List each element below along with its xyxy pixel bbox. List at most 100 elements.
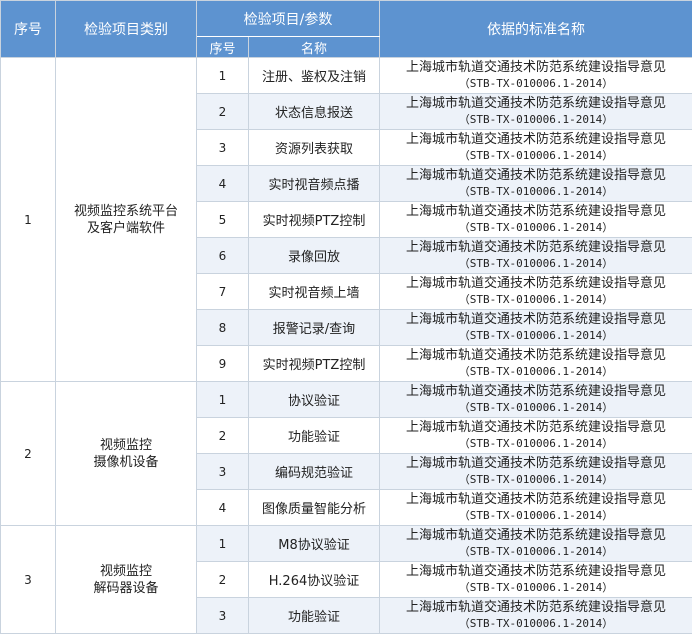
item-name: 录像回放 (249, 238, 380, 274)
item-name: 报警记录/查询 (249, 310, 380, 346)
standard-code: （STB-TX-010006.1-2014） (380, 148, 692, 164)
standard-code: （STB-TX-010006.1-2014） (380, 616, 692, 632)
standard-code: （STB-TX-010006.1-2014） (380, 580, 692, 596)
item-seq: 3 (197, 598, 249, 634)
table-header: 序号 检验项目类别 检验项目/参数 依据的标准名称 序号 名称 (1, 1, 692, 58)
table-row: 2视频监控摄像机设备1协议验证上海城市轨道交通技术防范系统建设指导意见（STB-… (1, 382, 692, 418)
header-params: 检验项目/参数 (197, 1, 380, 37)
item-name: 功能验证 (249, 598, 380, 634)
standard-code: （STB-TX-010006.1-2014） (380, 292, 692, 308)
item-seq: 4 (197, 166, 249, 202)
standard-name: 上海城市轨道交通技术防范系统建设指导意见 (380, 456, 692, 472)
standard-code: （STB-TX-010006.1-2014） (380, 184, 692, 200)
standard-cell: 上海城市轨道交通技术防范系统建设指导意见（STB-TX-010006.1-201… (380, 94, 692, 130)
group-category: 视频监控解码器设备 (56, 526, 197, 634)
item-name: H.264协议验证 (249, 562, 380, 598)
category-line: 摄像机设备 (56, 454, 196, 471)
item-name: 编码规范验证 (249, 454, 380, 490)
item-seq: 1 (197, 382, 249, 418)
standard-cell: 上海城市轨道交通技术防范系统建设指导意见（STB-TX-010006.1-201… (380, 562, 692, 598)
standard-cell: 上海城市轨道交通技术防范系统建设指导意见（STB-TX-010006.1-201… (380, 454, 692, 490)
table-body: 1视频监控系统平台及客户端软件1注册、鉴权及注销上海城市轨道交通技术防范系统建设… (1, 58, 692, 634)
standard-cell: 上海城市轨道交通技术防范系统建设指导意见（STB-TX-010006.1-201… (380, 418, 692, 454)
category-line: 视频监控 (56, 437, 196, 454)
item-seq: 8 (197, 310, 249, 346)
standard-code: （STB-TX-010006.1-2014） (380, 472, 692, 488)
standard-code: （STB-TX-010006.1-2014） (380, 364, 692, 380)
standard-name: 上海城市轨道交通技术防范系统建设指导意见 (380, 96, 692, 112)
category-line: 及客户端软件 (56, 220, 196, 237)
standard-name: 上海城市轨道交通技术防范系统建设指导意见 (380, 240, 692, 256)
standard-name: 上海城市轨道交通技术防范系统建设指导意见 (380, 276, 692, 292)
standard-cell: 上海城市轨道交通技术防范系统建设指导意见（STB-TX-010006.1-201… (380, 490, 692, 526)
item-seq: 4 (197, 490, 249, 526)
item-name: 实时视音频点播 (249, 166, 380, 202)
standard-code: （STB-TX-010006.1-2014） (380, 220, 692, 236)
category-line: 视频监控系统平台 (56, 203, 196, 220)
item-name: 注册、鉴权及注销 (249, 58, 380, 94)
item-seq: 6 (197, 238, 249, 274)
standard-name: 上海城市轨道交通技术防范系统建设指导意见 (380, 420, 692, 436)
item-name: 实时视频PTZ控制 (249, 202, 380, 238)
standard-cell: 上海城市轨道交通技术防范系统建设指导意见（STB-TX-010006.1-201… (380, 382, 692, 418)
standard-cell: 上海城市轨道交通技术防范系统建设指导意见（STB-TX-010006.1-201… (380, 346, 692, 382)
group-seq: 1 (1, 58, 56, 382)
standard-code: （STB-TX-010006.1-2014） (380, 400, 692, 416)
standard-name: 上海城市轨道交通技术防范系统建设指导意见 (380, 492, 692, 508)
header-sub-seq: 序号 (197, 37, 249, 58)
item-seq: 2 (197, 562, 249, 598)
item-name: 功能验证 (249, 418, 380, 454)
table-row: 3视频监控解码器设备1M8协议验证上海城市轨道交通技术防范系统建设指导意见（ST… (1, 526, 692, 562)
standard-cell: 上海城市轨道交通技术防范系统建设指导意见（STB-TX-010006.1-201… (380, 130, 692, 166)
table-row: 1视频监控系统平台及客户端软件1注册、鉴权及注销上海城市轨道交通技术防范系统建设… (1, 58, 692, 94)
item-name: 协议验证 (249, 382, 380, 418)
standard-cell: 上海城市轨道交通技术防范系统建设指导意见（STB-TX-010006.1-201… (380, 598, 692, 634)
standard-cell: 上海城市轨道交通技术防范系统建设指导意见（STB-TX-010006.1-201… (380, 202, 692, 238)
item-name: M8协议验证 (249, 526, 380, 562)
standard-code: （STB-TX-010006.1-2014） (380, 328, 692, 344)
header-sub-name: 名称 (249, 37, 380, 58)
standard-code: （STB-TX-010006.1-2014） (380, 544, 692, 560)
group-category: 视频监控系统平台及客户端软件 (56, 58, 197, 382)
group-seq: 2 (1, 382, 56, 526)
standard-name: 上海城市轨道交通技术防范系统建设指导意见 (380, 528, 692, 544)
standard-name: 上海城市轨道交通技术防范系统建设指导意见 (380, 132, 692, 148)
item-seq: 5 (197, 202, 249, 238)
standard-cell: 上海城市轨道交通技术防范系统建设指导意见（STB-TX-010006.1-201… (380, 526, 692, 562)
item-seq: 1 (197, 526, 249, 562)
standard-cell: 上海城市轨道交通技术防范系统建设指导意见（STB-TX-010006.1-201… (380, 274, 692, 310)
standard-name: 上海城市轨道交通技术防范系统建设指导意见 (380, 312, 692, 328)
standard-cell: 上海城市轨道交通技术防范系统建设指导意见（STB-TX-010006.1-201… (380, 58, 692, 94)
item-seq: 9 (197, 346, 249, 382)
item-name: 实时视音频上墙 (249, 274, 380, 310)
item-seq: 2 (197, 94, 249, 130)
header-standard: 依据的标准名称 (380, 1, 692, 58)
standard-code: （STB-TX-010006.1-2014） (380, 256, 692, 272)
item-seq: 3 (197, 130, 249, 166)
standard-name: 上海城市轨道交通技术防范系统建设指导意见 (380, 204, 692, 220)
standard-cell: 上海城市轨道交通技术防范系统建设指导意见（STB-TX-010006.1-201… (380, 166, 692, 202)
category-line: 视频监控 (56, 563, 196, 580)
category-line: 解码器设备 (56, 580, 196, 597)
header-category: 检验项目类别 (56, 1, 197, 58)
standard-code: （STB-TX-010006.1-2014） (380, 112, 692, 128)
standard-name: 上海城市轨道交通技术防范系统建设指导意见 (380, 348, 692, 364)
item-seq: 1 (197, 58, 249, 94)
item-seq: 3 (197, 454, 249, 490)
inspection-table: 序号 检验项目类别 检验项目/参数 依据的标准名称 序号 名称 1视频监控系统平… (0, 0, 692, 634)
standard-name: 上海城市轨道交通技术防范系统建设指导意见 (380, 168, 692, 184)
standard-code: （STB-TX-010006.1-2014） (380, 508, 692, 524)
standard-cell: 上海城市轨道交通技术防范系统建设指导意见（STB-TX-010006.1-201… (380, 238, 692, 274)
item-seq: 7 (197, 274, 249, 310)
standard-name: 上海城市轨道交通技术防范系统建设指导意见 (380, 60, 692, 76)
item-seq: 2 (197, 418, 249, 454)
group-seq: 3 (1, 526, 56, 634)
item-name: 实时视频PTZ控制 (249, 346, 380, 382)
item-name: 状态信息报送 (249, 94, 380, 130)
standard-code: （STB-TX-010006.1-2014） (380, 76, 692, 92)
item-name: 资源列表获取 (249, 130, 380, 166)
item-name: 图像质量智能分析 (249, 490, 380, 526)
standard-name: 上海城市轨道交通技术防范系统建设指导意见 (380, 600, 692, 616)
header-seq: 序号 (1, 1, 56, 58)
standard-cell: 上海城市轨道交通技术防范系统建设指导意见（STB-TX-010006.1-201… (380, 310, 692, 346)
